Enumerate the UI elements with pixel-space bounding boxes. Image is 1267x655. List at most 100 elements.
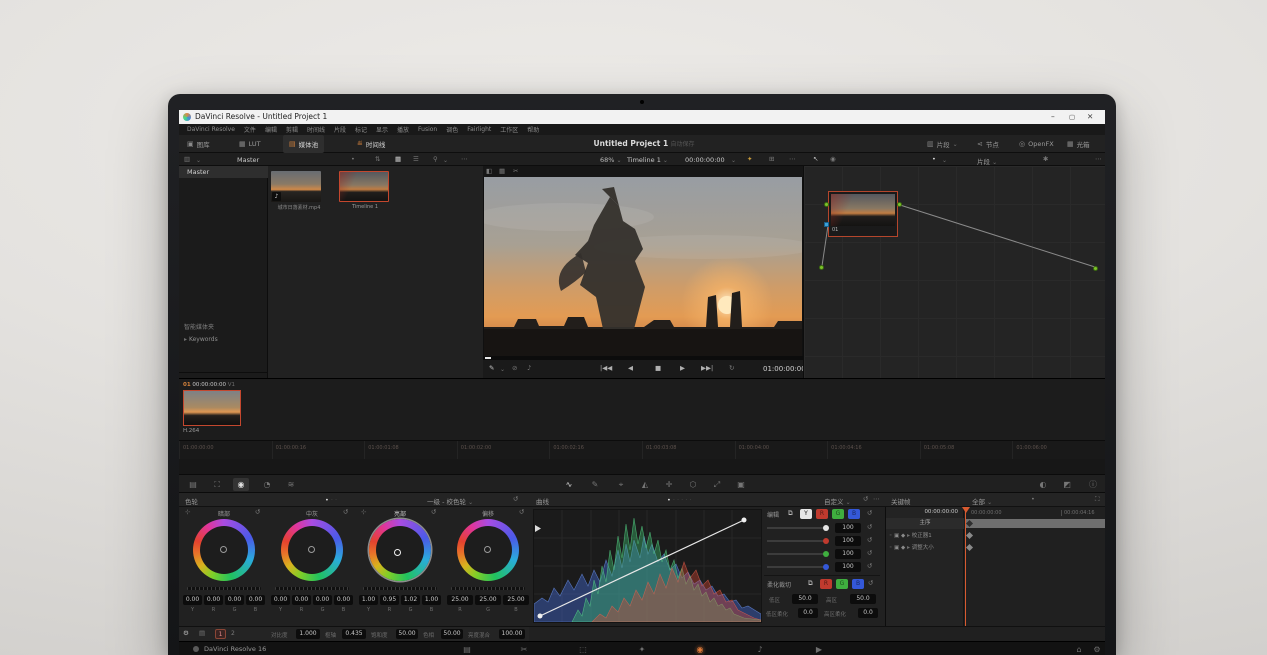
sort-icon[interactable]: ⇅: [375, 156, 380, 163]
page-deliver-button[interactable]: ▶: [812, 644, 826, 655]
track-enable-icon[interactable]: ◦: [889, 545, 892, 551]
corrector-keyframe-diamond[interactable]: [965, 531, 974, 540]
y-gang-value[interactable]: 100: [835, 523, 861, 533]
curve-channel-b-button[interactable]: B: [848, 509, 860, 519]
gain-value[interactable]: 1.00: [422, 595, 441, 605]
wheels-reset-icon[interactable]: ↺: [513, 496, 518, 503]
image-wipe-icon[interactable]: ◧: [486, 168, 492, 175]
gamma-value[interactable]: 0.00: [313, 595, 332, 605]
power-window-icon[interactable]: ◭: [637, 478, 653, 491]
master-track-bar[interactable]: [965, 519, 1105, 528]
keyframes-playhead-marker[interactable]: [962, 507, 970, 517]
wheels-page-1-button[interactable]: 1: [215, 629, 226, 639]
menu-fusion[interactable]: Fusion: [418, 126, 437, 133]
rgb-mixer-icon[interactable]: ◔: [259, 478, 275, 491]
page-edit-button[interactable]: ⬚: [576, 644, 590, 655]
track-keyframe-icon[interactable]: ◆: [901, 545, 905, 551]
curves-mode-select[interactable]: 自定义 ⌄: [824, 496, 851, 506]
viewer-more-icon[interactable]: ⋯: [789, 156, 796, 163]
stills-grab-icon[interactable]: ⊞: [769, 156, 774, 163]
softclip-b-button[interactable]: B: [852, 579, 864, 589]
keyframes-row-master[interactable]: 主序: [886, 518, 964, 529]
offset-wheel[interactable]: 偏移 ↺ 25.00 25.00 25.00 R G B: [445, 507, 531, 626]
softclip-g-button[interactable]: G: [836, 579, 848, 589]
keyframes-ruler[interactable]: 00:00:00:00 00:00:04:16: [965, 507, 1105, 518]
tool-chevron-icon[interactable]: ⌄: [500, 366, 505, 373]
audio-mute-icon[interactable]: ♪: [527, 365, 531, 372]
curve-channel-y-button[interactable]: Y: [800, 509, 812, 519]
bin-dot-icon[interactable]: •: [351, 156, 355, 163]
gamma-value[interactable]: 0.00: [292, 595, 311, 605]
search-chevron-icon[interactable]: ⌄: [443, 157, 448, 164]
project-manager-icon[interactable]: ⌂: [1072, 644, 1086, 655]
curves-page-dots[interactable]: • · · · · ·: [667, 496, 692, 504]
softclip-link-icon[interactable]: ⧉: [808, 580, 813, 587]
blur-palette-icon[interactable]: ◐: [1035, 478, 1051, 491]
keyframes-row-sizing[interactable]: ◦ ▣ ◆ ▸ 调整大小: [886, 542, 964, 553]
gamma-value[interactable]: 0.00: [334, 595, 353, 605]
bin-view-chevron-icon[interactable]: ⌄: [196, 157, 201, 164]
lut-button[interactable]: ▦ LUT: [239, 135, 261, 153]
split-screen-icon[interactable]: ✂: [513, 168, 518, 175]
lift-master-slider[interactable]: [187, 587, 261, 590]
jog-playhead[interactable]: [485, 357, 491, 359]
timeline-select[interactable]: Timeline 1 ⌄: [627, 156, 668, 164]
gain-wheel[interactable]: ⊹ 亮部 ↺ 1.00 0.95 1.02 1.00 Y R G B: [357, 507, 443, 626]
track-lock-icon[interactable]: ▣: [894, 545, 899, 551]
high-range-value[interactable]: 50.0: [850, 594, 876, 604]
menu-help[interactable]: 帮助: [527, 125, 539, 134]
nodes-toggle-button[interactable]: ⋖ 节点: [977, 135, 999, 153]
page-fairlight-button[interactable]: ♪: [753, 644, 767, 655]
wheels-page-2-button[interactable]: 2: [231, 630, 235, 637]
track-expand-icon[interactable]: ▸: [907, 532, 910, 539]
grid-view-icon[interactable]: ▦: [395, 156, 401, 163]
lift-value[interactable]: 0.00: [204, 595, 223, 605]
timelines-button[interactable]: ≝ 时间线: [357, 135, 385, 153]
b-gang-slider[interactable]: 100 ↺: [767, 562, 880, 572]
softclip-r-button[interactable]: R: [820, 579, 832, 589]
sizing-keyframe-diamond[interactable]: [965, 543, 974, 552]
r-gang-slider[interactable]: 100 ↺: [767, 536, 880, 546]
gamma-master-slider[interactable]: [275, 587, 349, 590]
source-node-dot[interactable]: [819, 265, 824, 270]
gain-master-slider[interactable]: [363, 587, 437, 590]
gamma-indicator[interactable]: [307, 545, 315, 553]
magic-mask-icon[interactable]: ⬡: [685, 478, 701, 491]
tracker-icon[interactable]: ✛: [661, 478, 677, 491]
page-fusion-button[interactable]: ✦: [635, 644, 649, 655]
clips-toggle-button[interactable]: ▥ 片段 ⌄: [927, 135, 958, 153]
page-color-button[interactable]: ◉: [693, 644, 707, 655]
info-icon[interactable]: ⓘ: [1085, 478, 1101, 491]
curves-palette-icon[interactable]: ∿: [561, 478, 577, 491]
menu-fairlight[interactable]: Fairlight: [467, 126, 491, 133]
timeline-ruler[interactable]: 01:00:00:00 01:00:00:16 01:00:01:08 01:0…: [179, 440, 1105, 459]
go-to-end-icon[interactable]: ▶▶|: [701, 365, 713, 372]
page-media-button[interactable]: ▤: [460, 644, 474, 655]
go-to-start-icon[interactable]: |◀◀: [600, 365, 612, 372]
lum-mix-value[interactable]: 100.00: [499, 629, 525, 639]
lift-ring[interactable]: [193, 519, 255, 581]
offset-ring[interactable]: [457, 519, 519, 581]
menu-workspace[interactable]: 工作区: [500, 125, 518, 134]
curves-link-icon[interactable]: ⧉: [788, 510, 793, 517]
auto-color-wand-icon[interactable]: ✦: [747, 156, 752, 163]
menu-color[interactable]: 调色: [446, 125, 458, 134]
lift-value[interactable]: 0.00: [225, 595, 244, 605]
timecode-chevron-icon[interactable]: ⌄: [731, 157, 736, 164]
minimize-button[interactable]: –: [1051, 110, 1055, 124]
gamma-value[interactable]: 0.00: [271, 595, 290, 605]
motion-effects-icon[interactable]: ≋: [283, 478, 299, 491]
offset-value[interactable]: 25.00: [503, 595, 529, 605]
gamma-ring[interactable]: [281, 519, 343, 581]
output-node-dot[interactable]: [1093, 266, 1098, 271]
g-slider-dot[interactable]: [823, 550, 829, 557]
saturation-value[interactable]: 50.00: [396, 629, 418, 639]
page-doc-icon[interactable]: ▤: [199, 630, 205, 637]
stereo3d-icon[interactable]: ▣: [733, 478, 749, 491]
menu-view[interactable]: 显示: [376, 125, 388, 134]
play-reverse-icon[interactable]: ◀: [628, 365, 633, 372]
viewer-image[interactable]: [474, 177, 814, 356]
color-warper-icon[interactable]: ✎: [587, 478, 603, 491]
camera-raw-icon[interactable]: ▤: [185, 478, 201, 491]
low-soft-value[interactable]: 0.0: [798, 608, 818, 618]
